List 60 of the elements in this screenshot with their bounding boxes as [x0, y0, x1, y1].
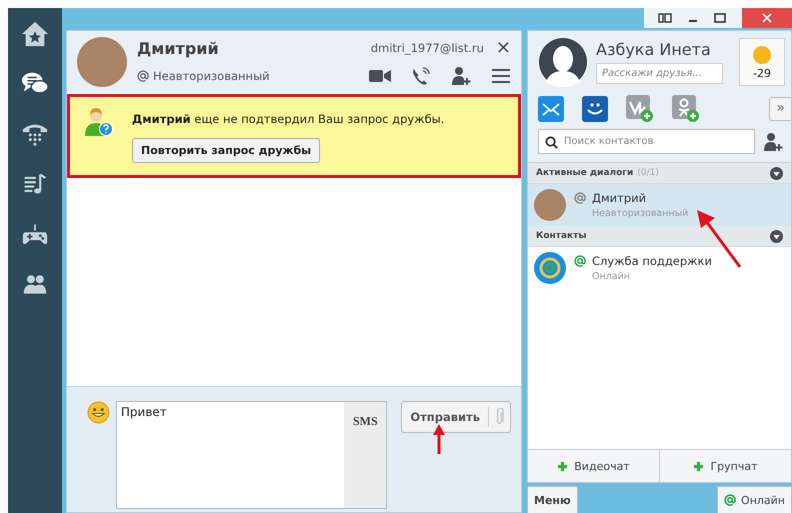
plus-icon [557, 460, 568, 472]
add-contact-icon[interactable] [763, 132, 783, 152]
at-sign-icon [137, 70, 149, 82]
contact-item[interactable]: Дмитрий Неавторизованный [528, 184, 791, 226]
section-header[interactable]: Контакты [528, 226, 791, 247]
vk-add-icon[interactable] [626, 95, 654, 123]
close-icon [762, 13, 772, 23]
weather-widget[interactable]: -29 [739, 38, 785, 86]
paperclip-icon[interactable] [495, 408, 504, 426]
home-icon [21, 20, 49, 48]
ok-add-icon[interactable] [672, 95, 700, 123]
notice-message: Дмитрий еще не подтвердил Ваш запрос дружбы. [132, 112, 444, 126]
phone-call-icon[interactable] [411, 66, 431, 86]
search-icon [545, 136, 558, 149]
more-button[interactable]: » [769, 97, 791, 121]
user-question-icon [84, 107, 114, 137]
collapse-icon [770, 230, 783, 242]
close-window-button[interactable] [742, 8, 792, 28]
contact-status: Онлайн [592, 271, 631, 282]
contact-status: Неавторизованный [153, 68, 270, 82]
at-sign-icon [724, 494, 736, 506]
contact-search-field[interactable]: Поиск контактов [538, 129, 755, 154]
smiley-icon[interactable] [87, 401, 110, 424]
avatar-silhouette-icon [538, 37, 588, 87]
menu-icon[interactable] [491, 68, 511, 84]
section-count: (0/1) [637, 168, 659, 178]
contact-name: Дмитрий [592, 191, 646, 205]
plus-icon [693, 460, 704, 472]
section-title: Контакты [536, 231, 587, 241]
close-chat-button[interactable]: × [496, 39, 511, 57]
contact-name: Служба поддержки [592, 254, 712, 268]
mail-icon[interactable] [538, 96, 564, 122]
annotation-arrow [432, 423, 446, 455]
menu-button[interactable]: Меню [527, 486, 578, 513]
contact-email: dmitri_1977@list.ru [370, 41, 484, 55]
message-input-field[interactable]: Привет SMS [116, 401, 388, 509]
smile-square-icon[interactable] [582, 96, 608, 122]
video-camera-icon[interactable] [369, 68, 391, 82]
presence-button[interactable]: Онлайн [717, 486, 792, 513]
maximize-icon[interactable] [714, 13, 726, 23]
collapse-icon [770, 166, 783, 180]
action-button[interactable]: Групчат [659, 450, 791, 482]
contact-item[interactable]: Служба поддержки Онлайн [528, 247, 791, 289]
compact-view-icon[interactable] [658, 13, 672, 23]
sms-toggle[interactable]: SMS [344, 402, 386, 508]
repeat-request-button[interactable]: Повторить запрос дружбы [132, 138, 320, 163]
contact-status: Неавторизованный [592, 208, 688, 219]
photo-placeholder [77, 37, 127, 87]
photo-placeholder [534, 189, 566, 221]
people-icon [22, 272, 48, 296]
status-input-field[interactable]: Расскажи друзья... [596, 63, 723, 84]
support-avatar-icon [534, 252, 566, 284]
section-title: Активные диалоги [536, 168, 634, 178]
temperature: -29 [753, 66, 771, 80]
action-button[interactable]: Видеочат [528, 450, 659, 482]
sun-icon [752, 44, 772, 64]
contact-name: Дмитрий [137, 38, 220, 58]
add-contact-icon[interactable] [451, 66, 471, 86]
profile-name: Азбука Инета [596, 40, 712, 59]
section-header[interactable]: Активные диалоги (0/1) [528, 163, 791, 184]
